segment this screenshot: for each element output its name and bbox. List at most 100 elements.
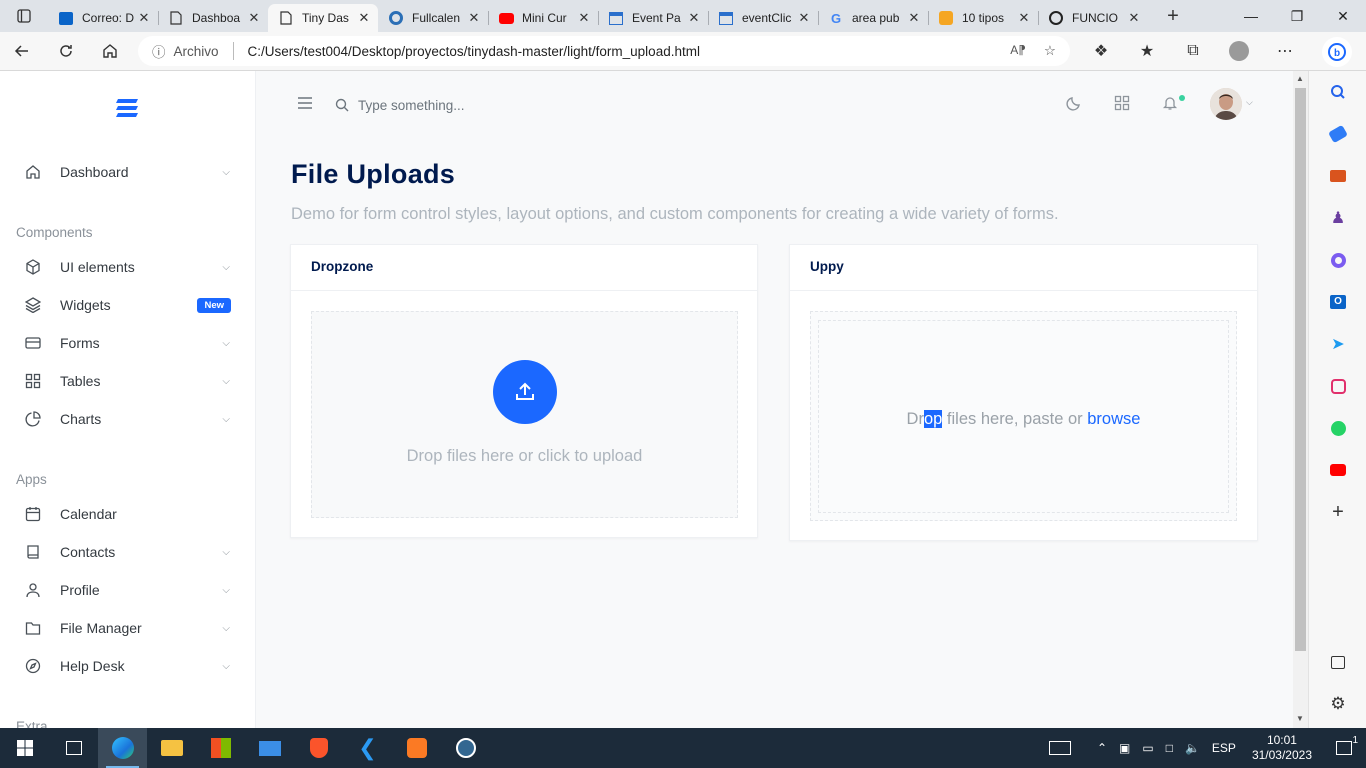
start-button[interactable] [0,728,49,768]
profile-button[interactable] [1216,32,1262,71]
collections-button[interactable]: ⧉ [1170,32,1216,71]
browser-tab[interactable]: Correo: D ✕ [48,4,158,32]
browser-tab[interactable]: Event Pa ✕ [598,4,708,32]
clock[interactable]: 10:01 31/03/2023 [1242,733,1322,763]
keyboard-icon[interactable] [1043,741,1091,755]
taskbar-vscode[interactable]: ❮ [343,728,392,768]
search-input[interactable] [358,93,658,117]
settings-more-button[interactable]: ⋯ [1262,32,1308,71]
tinydash-logo[interactable] [114,95,140,121]
tray-overflow-icon[interactable]: ⌃ [1091,741,1113,755]
taskbar-file-explorer[interactable] [147,728,196,768]
sidebar-item-profile[interactable]: Profile ⌵ [0,572,256,608]
taskbar-mail[interactable] [245,728,294,768]
battery-icon[interactable]: ▭ [1136,741,1159,755]
menu-toggle-button[interactable] [297,96,313,115]
whatsapp-sidebar-button[interactable] [1309,407,1366,449]
sidebar-item-contacts[interactable]: Contacts ⌵ [0,534,256,570]
device-icon[interactable]: ▣ [1113,741,1136,755]
taskbar-store[interactable] [196,728,245,768]
taskbar-xampp[interactable] [392,728,441,768]
browser-tab[interactable]: Dashboa ✕ [158,4,268,32]
minimize-button[interactable]: — [1228,0,1274,32]
user-avatar[interactable] [1210,88,1242,120]
back-button[interactable] [0,32,44,71]
refresh-button[interactable] [44,32,88,71]
add-sidebar-button[interactable]: + [1309,491,1366,533]
volume-icon[interactable]: 🔈 [1179,741,1206,755]
bing-button[interactable]: b [1322,37,1352,67]
new-tab-button[interactable]: + [1156,2,1190,30]
browser-tab[interactable]: Tiny Das ✕ [268,4,378,32]
close-tab-button[interactable]: ✕ [136,10,152,26]
address-bar[interactable]: ⓘ Archivo C:/Users/test004/Desktop/proye… [138,36,1070,66]
tools-sidebar-button[interactable] [1309,155,1366,197]
scroll-up-arrow[interactable]: ▲ [1296,74,1304,83]
shortcuts-button[interactable] [1114,95,1130,116]
info-icon[interactable]: ⓘ [152,41,166,61]
notification-center-button[interactable]: 1 [1322,735,1366,755]
sidebar-item-ui-elements[interactable]: UI elements ⌵ [0,249,256,285]
home-button[interactable] [88,32,132,71]
notifications-button[interactable] [1162,95,1178,116]
close-tab-button[interactable]: ✕ [466,10,482,26]
restore-button[interactable]: ❐ [1274,0,1320,32]
dark-mode-toggle[interactable] [1066,95,1082,116]
task-view-button[interactable] [49,728,98,768]
network-icon[interactable]: □ [1160,741,1179,755]
favorites-button[interactable]: ★ [1124,32,1170,71]
dropzone-area[interactable]: Drop files here or click to upload [311,311,738,518]
browser-tab[interactable]: eventClic ✕ [708,4,818,32]
scrollbar-thumb[interactable] [1295,88,1306,651]
games-sidebar-button[interactable]: ♟ [1309,197,1366,239]
sidebar-item-tables[interactable]: Tables ⌵ [0,363,256,399]
close-tab-button[interactable]: ✕ [1126,10,1142,26]
sidebar-settings-button[interactable]: ⚙ [1309,683,1366,725]
taskbar-brave[interactable] [294,728,343,768]
send-sidebar-button[interactable]: ➤ [1309,323,1366,365]
sidebar-item-charts[interactable]: Charts ⌵ [0,401,256,437]
url-text[interactable]: C:/Users/test004/Desktop/proyectos/tinyd… [248,44,1011,59]
close-tab-button[interactable]: ✕ [576,10,592,26]
page-scrollbar[interactable]: ▲ ▼ [1293,71,1308,728]
sidebar-item-help-desk[interactable]: Help Desk ⌵ [0,648,256,684]
upload-button[interactable] [493,360,557,424]
language-indicator[interactable]: ESP [1206,741,1242,755]
sidebar-item-forms[interactable]: Forms ⌵ [0,325,256,361]
close-tab-button[interactable]: ✕ [686,10,702,26]
close-tab-button[interactable]: ✕ [1016,10,1032,26]
close-tab-button[interactable]: ✕ [246,10,262,26]
extensions-button[interactable]: ❖ [1078,32,1124,71]
browser-tab[interactable]: Mini Cur ✕ [488,4,598,32]
browser-tab[interactable]: 10 tipos ✕ [928,4,1038,32]
read-aloud-icon[interactable]: A⁋ [1010,43,1026,59]
close-tab-button[interactable]: ✕ [906,10,922,26]
youtube-sidebar-button[interactable] [1309,449,1366,491]
search-sidebar-button[interactable] [1309,71,1366,113]
shopping-sidebar-button[interactable] [1309,113,1366,155]
sidebar-item-calendar[interactable]: Calendar [0,496,256,532]
instagram-sidebar-button[interactable] [1309,365,1366,407]
browse-link[interactable]: browse [1087,410,1140,428]
scroll-down-arrow[interactable]: ▼ [1296,714,1304,723]
scheme-label: Archivo [173,43,219,59]
close-window-button[interactable]: ✕ [1320,0,1366,32]
browser-tab[interactable]: FUNCIO ✕ [1038,4,1148,32]
sidebar-item-file-manager[interactable]: File Manager ⌵ [0,610,256,646]
split-screen-button[interactable] [1309,641,1366,683]
uppy-dashboard[interactable]: Drop files here, paste or browse [810,311,1237,521]
chevron-down-icon[interactable]: ⌵ [1246,97,1253,108]
browser-tab[interactable]: Fullcalen ✕ [378,4,488,32]
add-favorite-icon[interactable]: ☆ [1044,43,1056,59]
sidebar-item-dashboard[interactable]: Dashboard ⌵ [0,154,256,190]
office-sidebar-button[interactable] [1309,239,1366,281]
browser-tab[interactable]: Garea pub ✕ [818,4,928,32]
taskbar-postgres[interactable] [441,728,490,768]
chevron-down-icon: ⌵ [222,337,230,349]
taskbar-edge[interactable] [98,728,147,768]
tab-actions-button[interactable] [0,0,48,32]
sidebar-item-widgets[interactable]: Widgets New [0,287,256,323]
close-tab-button[interactable]: ✕ [356,10,372,26]
outlook-sidebar-button[interactable]: O [1309,281,1366,323]
close-tab-button[interactable]: ✕ [796,10,812,26]
